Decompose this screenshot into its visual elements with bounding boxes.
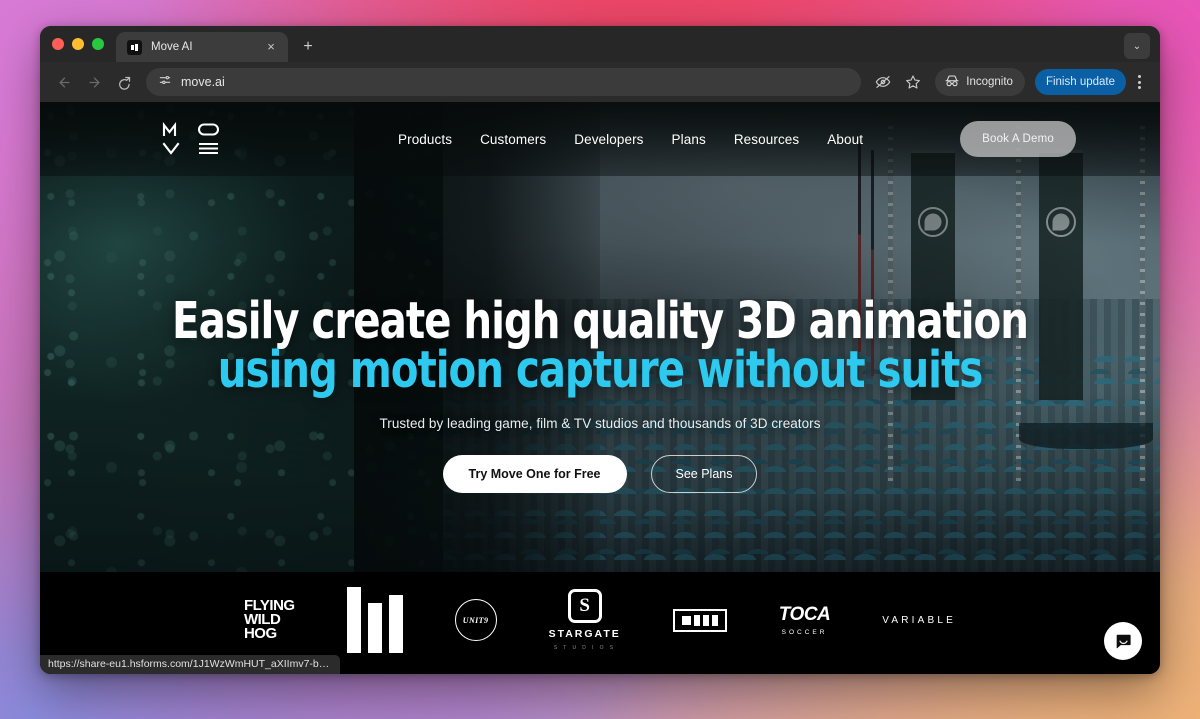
logo-omm[interactable] [672, 608, 727, 632]
logo-letter-v [162, 141, 189, 156]
fwh-line-3: HOG [243, 624, 277, 642]
tab-title: Move AI [151, 41, 193, 53]
nav-link-products[interactable]: Products [398, 132, 452, 147]
close-window-button[interactable] [52, 38, 64, 50]
hero-cta-row: Try Move One for Free See Plans [40, 454, 1160, 493]
book-a-demo-button[interactable]: Book A Demo [960, 121, 1076, 157]
nav-link-developers[interactable]: Developers [574, 132, 643, 147]
browser-toolbar: move.ai Incognito Finish update [40, 62, 1160, 102]
finish-update-button[interactable]: Finish update [1034, 69, 1126, 95]
star-icon[interactable] [899, 68, 927, 96]
incognito-indicator[interactable]: Incognito [935, 68, 1025, 96]
browser-window: Move AI × + ⌄ move.ai Incognito Finish u… [40, 26, 1160, 674]
eye-slash-icon[interactable] [869, 68, 897, 96]
toca-subtitle: SOCCER [781, 629, 828, 636]
new-tab-button[interactable]: + [295, 34, 321, 60]
logo-stargate-studios[interactable]: S STARGATE S T U D I O S [549, 589, 621, 651]
forward-button[interactable] [80, 68, 108, 96]
hero-headline: Easily create high quality 3D animation … [107, 292, 1093, 400]
variable-text: VARIABLE [882, 614, 957, 626]
nav-links: Products Customers Developers Plans Reso… [398, 132, 863, 147]
logo-three-bars[interactable] [346, 587, 403, 653]
chat-bubble-icon [1116, 634, 1131, 648]
page-viewport: Products Customers Developers Plans Reso… [40, 102, 1160, 674]
nav-link-about[interactable]: About [827, 132, 863, 147]
hero-content: Easily create high quality 3D animation … [40, 292, 1160, 493]
chat-bubble-button[interactable] [1104, 622, 1142, 660]
address-bar[interactable]: move.ai [146, 68, 862, 96]
logo-variable[interactable]: VARIABLE [882, 615, 956, 626]
incognito-icon [944, 74, 960, 91]
headline-line-2: using motion capture without suits [217, 340, 983, 400]
nav-link-plans[interactable]: Plans [672, 132, 706, 147]
window-controls [52, 26, 116, 62]
try-move-one-button[interactable]: Try Move One for Free [442, 454, 627, 493]
site-settings-icon[interactable] [158, 73, 172, 92]
reload-button[interactable] [110, 68, 138, 96]
logo-letter-e [197, 141, 224, 156]
logo-letter-m [162, 122, 189, 137]
logo-unit9[interactable]: UNIT9 [454, 599, 497, 641]
browser-menu-button[interactable] [1128, 68, 1150, 96]
minimize-window-button[interactable] [72, 38, 84, 50]
logo-flying-wild-hog[interactable]: FLYING WILD HOG [243, 598, 295, 642]
unit9-text: UNIT9 [454, 599, 497, 641]
maximize-window-button[interactable] [92, 38, 104, 50]
back-button[interactable] [50, 68, 78, 96]
browser-tab[interactable]: Move AI × [116, 32, 288, 62]
omm-mark [672, 608, 727, 632]
hero-subheadline: Trusted by leading game, film & TV studi… [379, 415, 821, 431]
tab-search-button[interactable]: ⌄ [1124, 33, 1150, 59]
toca-title: TOCA [778, 604, 831, 625]
stargate-subtitle: S T U D I O S [553, 645, 616, 651]
site-navigation: Products Customers Developers Plans Reso… [40, 102, 1160, 176]
incognito-label: Incognito [966, 76, 1013, 88]
close-tab-button[interactable]: × [263, 39, 279, 55]
move-favicon-icon [127, 39, 142, 55]
tab-strip: Move AI × + ⌄ [40, 26, 1160, 62]
see-plans-button[interactable]: See Plans [650, 454, 758, 493]
headline-line-1: Easily create high quality 3D animation [172, 292, 1029, 351]
nav-link-resources[interactable]: Resources [734, 132, 799, 147]
stargate-mark: S [567, 589, 602, 623]
logo-letter-o [197, 122, 224, 137]
logo-toca-soccer[interactable]: TOCA SOCCER [778, 604, 831, 636]
nav-link-customers[interactable]: Customers [480, 132, 546, 147]
move-logo[interactable] [162, 122, 224, 156]
address-bar-url: move.ai [181, 75, 225, 89]
stargate-title: STARGATE [548, 628, 621, 640]
status-bar-url: https://share-eu1.hsforms.com/1J1WzWmHUT… [40, 655, 340, 674]
